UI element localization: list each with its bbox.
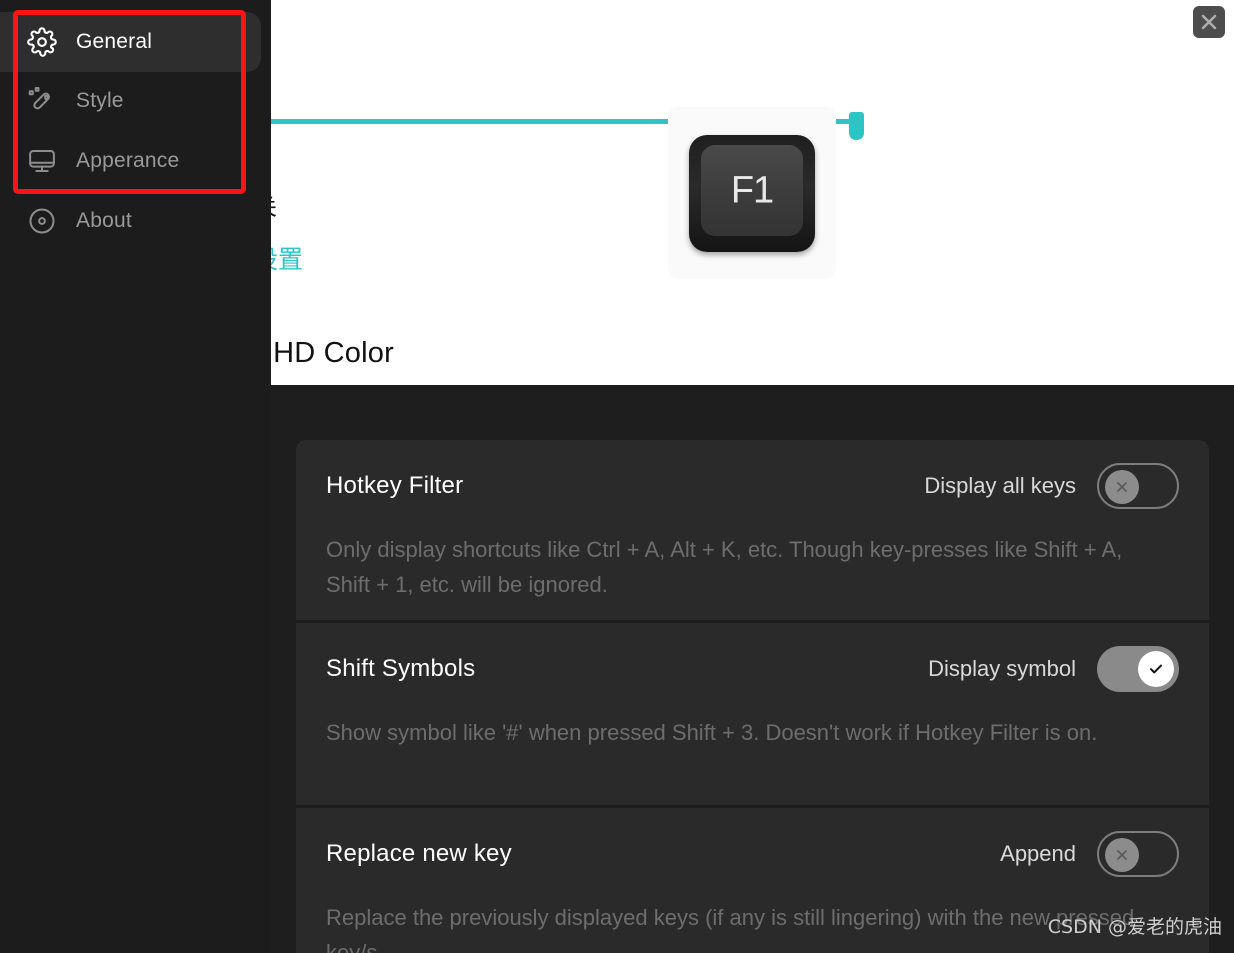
background-chinese-link[interactable]: 设置	[271, 240, 303, 276]
setting-control-group: Display all keys	[924, 463, 1179, 509]
disc-icon	[25, 204, 59, 238]
toggle-switch-hotkey-filter[interactable]	[1097, 463, 1179, 509]
sidebar-item-general[interactable]: General	[0, 12, 261, 72]
setting-card-header: Replace new key Append	[296, 808, 1209, 900]
keycap: F1	[689, 135, 815, 252]
setting-control-group: Append	[1000, 831, 1179, 877]
setting-description: Replace the previously displayed keys (i…	[326, 905, 1135, 953]
background-chinese-text: 关	[271, 190, 277, 222]
setting-title: Replace new key	[326, 840, 512, 867]
sidebar: General Style Apperance About	[0, 0, 271, 953]
toggle-knob	[1138, 651, 1174, 687]
toggle-switch-shift-symbols[interactable]	[1097, 646, 1179, 692]
app-root: 关 设置 ws HD Color F1 General	[0, 0, 1234, 953]
setting-title: Hotkey Filter	[326, 472, 464, 499]
sidebar-item-label: Style	[76, 89, 124, 112]
sidebar-item-about[interactable]: About	[0, 191, 261, 251]
setting-card-header: Hotkey Filter Display all keys	[296, 440, 1209, 532]
wand-icon	[25, 84, 59, 118]
toggle-knob	[1105, 470, 1139, 504]
setting-card-shift-symbols: Shift Symbols Display symbol Show symbol…	[296, 623, 1209, 805]
toggle-switch-replace-new-key[interactable]	[1097, 831, 1179, 877]
setting-title: Shift Symbols	[326, 655, 476, 682]
close-icon	[1117, 482, 1127, 492]
watermark: CSDN @爱老的虎油	[1047, 916, 1222, 938]
toggle-knob	[1105, 838, 1139, 872]
sidebar-item-label: Apperance	[76, 149, 180, 172]
close-button[interactable]	[1193, 6, 1225, 38]
sidebar-item-label: About	[76, 209, 132, 232]
toggle-label: Append	[1000, 841, 1076, 866]
keycap-inner-face: F1	[701, 145, 803, 236]
toggle-label: Display symbol	[928, 656, 1076, 681]
setting-card-hotkey-filter: Hotkey Filter Display all keys Only disp…	[296, 440, 1209, 620]
keycap-label: F1	[730, 169, 774, 211]
toggle-label: Display all keys	[924, 473, 1076, 498]
key-preview-panel: F1	[668, 107, 836, 279]
monitor-icon	[25, 144, 59, 178]
sidebar-item-style[interactable]: Style	[0, 71, 261, 131]
setting-description: Only display shortcuts like Ctrl + A, Al…	[326, 537, 1123, 597]
setting-control-group: Display symbol	[928, 646, 1179, 692]
gear-icon	[25, 25, 59, 59]
teal-slider-handle[interactable]	[849, 112, 864, 140]
sidebar-item-label: General	[76, 30, 153, 53]
setting-description: Show symbol like '#' when pressed Shift …	[326, 720, 1098, 745]
setting-card-header: Shift Symbols Display symbol	[296, 623, 1209, 715]
close-icon	[1201, 14, 1217, 30]
background-heading: ws HD Color	[271, 337, 394, 369]
check-icon	[1150, 664, 1162, 674]
close-icon	[1117, 850, 1127, 860]
sidebar-item-apperance[interactable]: Apperance	[0, 131, 261, 191]
